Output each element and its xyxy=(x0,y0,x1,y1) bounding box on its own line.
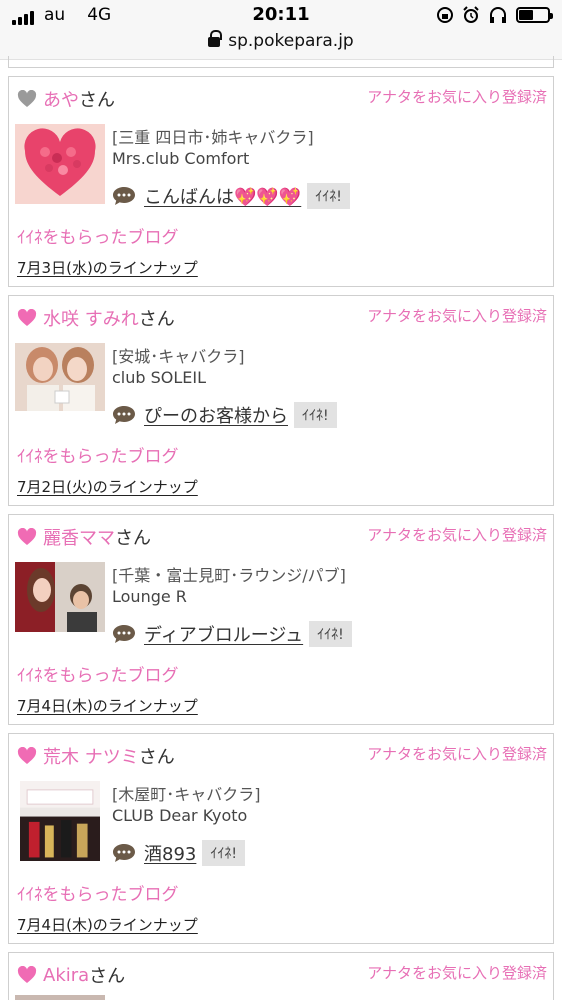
user-name[interactable]: 麗香ママ xyxy=(43,524,115,550)
lineup-link[interactable]: 7月2日(火)のラインナップ xyxy=(17,476,198,497)
lineup-link[interactable]: 7月4日(木)のラインナップ xyxy=(17,695,198,716)
battery-icon xyxy=(516,7,553,23)
iine-button[interactable]: ｲｲﾈ! xyxy=(294,402,337,428)
lock-icon xyxy=(208,30,223,47)
honorific: さん xyxy=(89,966,126,987)
favorite-card: 水咲 すみれ さん アナタをお気に入り登録済 [安城･キャバクラ] club SO… xyxy=(8,295,554,506)
blog-row: ディアブロルージュ ｲｲﾈ! xyxy=(112,621,352,647)
favorite-status: アナタをお気に入り登録済 xyxy=(367,964,547,982)
user-name[interactable]: Akira xyxy=(43,965,89,986)
user-name[interactable]: 水咲 すみれ xyxy=(43,305,139,331)
card-header: 荒木 ナツミ さん xyxy=(17,743,175,769)
honorific: さん xyxy=(138,309,175,330)
shop-category: [千葉・富士見町･ラウンジ/パブ] xyxy=(112,566,346,585)
rose-heart-image xyxy=(15,124,105,204)
liked-blog-label: ｲｲﾈをもらったブログ xyxy=(17,447,179,467)
shop-name: Lounge R xyxy=(112,587,187,606)
favorite-card: 麗香ママ さん アナタをお気に入り登録済 [千葉・富士見町･ラウンジ/パブ] Lo… xyxy=(8,514,554,725)
url-text: sp.pokepara.jp xyxy=(228,31,354,51)
shop-name: club SOLEIL xyxy=(112,368,207,387)
heart-icon[interactable] xyxy=(17,966,37,984)
blog-row: こんばんは💖💖💖 ｲｲﾈ! xyxy=(112,183,350,209)
iine-button[interactable]: ｲｲﾈ! xyxy=(202,840,245,866)
card-header: 麗香ママ さん xyxy=(17,524,151,550)
liked-blog-label: ｲｲﾈをもらったブログ xyxy=(17,228,179,248)
heart-icon[interactable] xyxy=(17,528,37,546)
blog-title-link[interactable]: ディアブロルージュ xyxy=(144,621,303,647)
chat-bubble-icon xyxy=(113,187,135,205)
favorite-status: アナタをお気に入り登録済 xyxy=(367,88,547,106)
chat-bubble-icon xyxy=(113,625,135,643)
iine-button[interactable]: ｲｲﾈ! xyxy=(307,183,350,209)
shop-category: [安城･キャバクラ] xyxy=(112,347,245,366)
card-header: あや さん xyxy=(17,86,115,112)
two-women-image xyxy=(15,343,105,411)
favorite-card: 荒木 ナツミ さん アナタをお気に入り登録済 [木屋町･キャバクラ] CLUB D… xyxy=(8,733,554,944)
chat-bubble-icon xyxy=(113,844,135,862)
card-header: Akira さん xyxy=(17,962,125,988)
heart-icon[interactable] xyxy=(17,309,37,327)
lineup-link[interactable]: 7月4日(木)のラインナップ xyxy=(17,914,198,935)
favorite-status: アナタをお気に入り登録済 xyxy=(367,526,547,544)
url-bar[interactable]: sp.pokepara.jp xyxy=(0,30,562,51)
champagne-image xyxy=(20,781,100,861)
shop-thumbnail[interactable] xyxy=(15,124,105,204)
chat-bubble-icon xyxy=(113,406,135,424)
blog-row: 酒893 ｲｲﾈ! xyxy=(112,840,245,866)
card-header: 水咲 すみれ さん xyxy=(17,305,175,331)
blog-row: ぴーのお客様から ｲｲﾈ! xyxy=(112,402,337,428)
honorific: さん xyxy=(79,90,115,111)
iine-button[interactable]: ｲｲﾈ! xyxy=(309,621,352,647)
honorific: さん xyxy=(115,528,151,549)
shop-name: CLUB Dear Kyoto xyxy=(112,806,248,825)
shop-thumbnail[interactable] xyxy=(15,562,105,632)
shop-thumbnail[interactable] xyxy=(15,343,105,411)
heart-icon[interactable] xyxy=(17,90,37,108)
liked-blog-label: ｲｲﾈをもらったブログ xyxy=(17,885,179,905)
shop-category: [木屋町･キャバクラ] xyxy=(112,785,261,804)
shop-thumbnail[interactable] xyxy=(15,995,105,1000)
shop-category: [三重 四日市･姉キャバクラ] xyxy=(112,128,314,147)
liked-blog-label: ｲｲﾈをもらったブログ xyxy=(17,666,179,686)
alarm-icon xyxy=(463,6,479,23)
rotation-lock-icon xyxy=(437,7,453,23)
headphones-icon xyxy=(490,7,506,23)
favorite-status: アナタをお気に入り登録済 xyxy=(367,307,547,325)
previous-card-edge xyxy=(8,56,554,68)
blog-title-link[interactable]: 酒893 xyxy=(144,840,196,866)
shop-thumbnail[interactable] xyxy=(15,781,105,861)
heart-icon[interactable] xyxy=(17,747,37,765)
favorite-status: アナタをお気に入り登録済 xyxy=(367,745,547,763)
favorite-card: Akira さん アナタをお気に入り登録済 xyxy=(8,952,554,1000)
blog-title-link[interactable]: こんばんは💖💖💖 xyxy=(144,183,301,209)
honorific: さん xyxy=(138,747,175,768)
user-name[interactable]: あや xyxy=(43,86,79,112)
favorite-card: あや さん アナタをお気に入り登録済 [三重 四日市･姉キャバクラ] Mrs.cl… xyxy=(8,76,554,287)
status-right xyxy=(436,6,553,24)
status-bar: au 4G 20:11 sp.pokepara.jp xyxy=(0,0,562,60)
blog-title-link[interactable]: ぴーのお客様から xyxy=(144,402,288,428)
shop-name: Mrs.club Comfort xyxy=(112,149,250,168)
user-name[interactable]: 荒木 ナツミ xyxy=(43,743,139,769)
selfie-image xyxy=(15,562,105,632)
lineup-link[interactable]: 7月3日(水)のラインナップ xyxy=(17,257,198,278)
